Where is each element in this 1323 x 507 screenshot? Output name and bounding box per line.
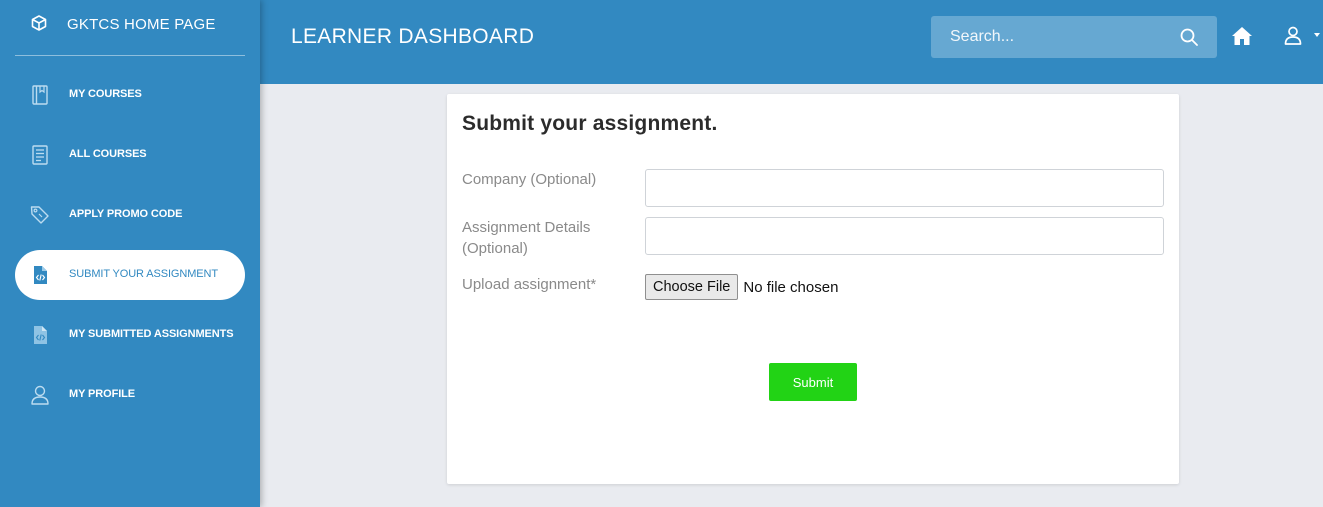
sidebar-item-my-profile[interactable]: MY PROFILE	[15, 370, 245, 420]
sidebar-item-my-submitted-assignments[interactable]: MY SUBMITTED ASSIGNMENTS	[15, 310, 245, 360]
search-box[interactable]	[931, 16, 1217, 58]
tags-icon	[30, 206, 49, 224]
file-status-text: No file chosen	[743, 278, 839, 296]
sidebar-item-label: SUBMIT YOUR ASSIGNMENT	[69, 268, 218, 280]
sidebar-item-label: MY COURSES	[69, 88, 142, 100]
notebook-icon	[32, 145, 48, 165]
assignment-details-label: Assignment Details (Optional)	[462, 219, 591, 257]
sidebar-item-submit-your-assignment[interactable]: SUBMIT YOUR ASSIGNMENT	[15, 250, 245, 300]
page-title: LEARNER DASHBOARD	[291, 25, 535, 48]
company-label: Company (Optional)	[462, 171, 597, 188]
choose-file-button[interactable]: Choose File	[645, 274, 739, 300]
book-icon	[32, 85, 48, 105]
sidebar-item-label: MY PROFILE	[69, 388, 136, 400]
sidebar-item-label: ALL COURSES	[69, 148, 147, 160]
form-title: Submit your assignment.	[462, 112, 718, 135]
caret-down-icon	[1314, 33, 1320, 37]
brand-link[interactable]: GKTCS HOME PAGE	[15, 0, 245, 56]
sidebar-item-label: MY SUBMITTED ASSIGNMENTS	[69, 328, 234, 340]
user-icon	[1284, 26, 1302, 45]
user-menu-button[interactable]	[1284, 26, 1320, 48]
sidebar-item-all-courses[interactable]: ALL COURSES	[15, 130, 245, 180]
sidebar: GKTCS HOME PAGE MY COURSES ALL COURSES A…	[0, 0, 260, 507]
home-icon[interactable]	[1231, 26, 1253, 46]
company-input[interactable]	[645, 169, 1164, 207]
search-icon[interactable]	[1180, 28, 1198, 46]
assignment-details-input[interactable]	[645, 217, 1164, 255]
cube-icon	[31, 15, 47, 31]
sidebar-item-my-courses[interactable]: MY COURSES	[15, 70, 245, 120]
file-code-icon	[34, 326, 47, 344]
user-icon	[31, 385, 49, 405]
sidebar-item-label: APPLY PROMO CODE	[69, 208, 183, 220]
file-code-icon	[34, 266, 47, 284]
file-upload-control[interactable]: Choose File No file chosen	[645, 274, 838, 300]
upload-assignment-label: Upload assignment*	[462, 276, 597, 293]
sidebar-nav: MY COURSES ALL COURSES APPLY PROMO CODE	[15, 70, 245, 430]
sidebar-item-apply-promo-code[interactable]: APPLY PROMO CODE	[15, 190, 245, 240]
assignment-form-card: Submit your assignment. Company (Optiona…	[447, 94, 1179, 484]
brand-label: GKTCS HOME PAGE	[67, 16, 216, 33]
search-input[interactable]	[931, 16, 1171, 58]
submit-button[interactable]: Submit	[769, 363, 857, 401]
